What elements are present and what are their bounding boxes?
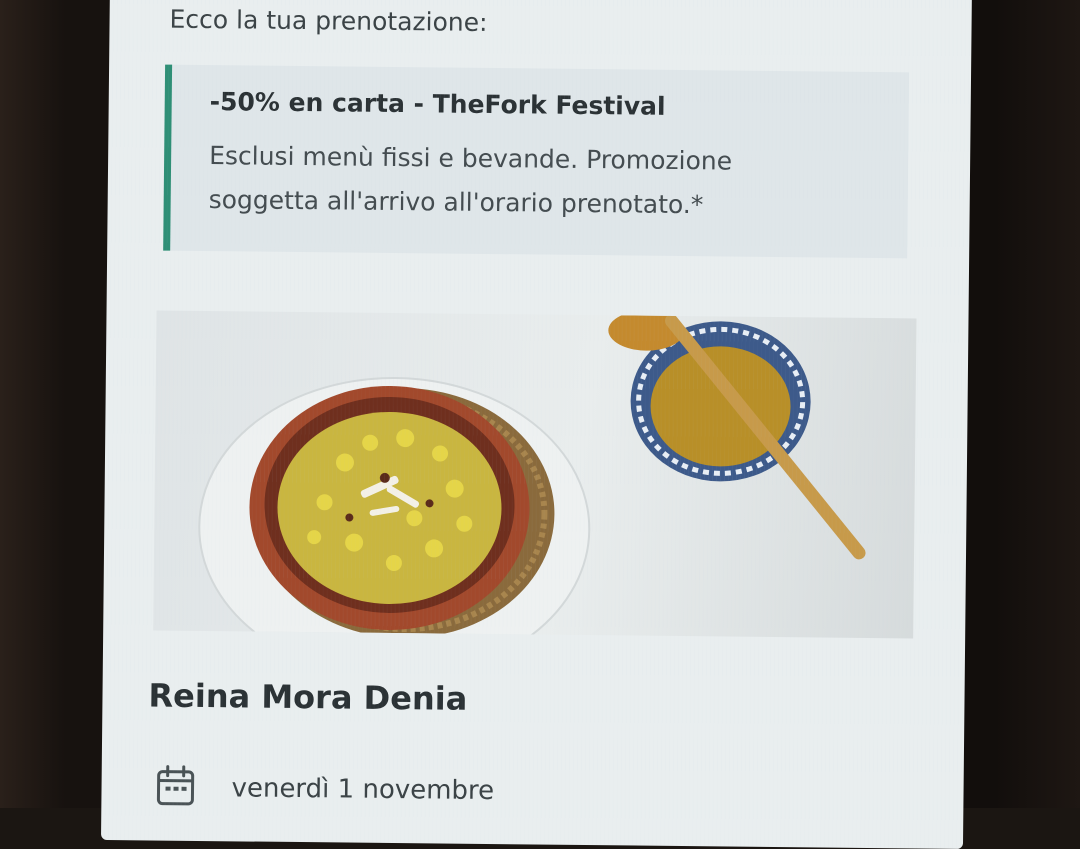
booking-date: venerdì 1 novembre [231, 773, 494, 806]
restaurant-photo[interactable] [153, 311, 916, 639]
booking-screen: Ecco la tua prenotazione: -50% en carta … [101, 0, 972, 849]
booking-intro: Ecco la tua prenotazione: [169, 5, 487, 37]
calendar-icon [155, 765, 195, 811]
food-photo-illustration [153, 311, 916, 639]
restaurant-name: Reina Mora Denia [148, 676, 467, 717]
promo-card: -50% en carta - TheFork Festival Esclusi… [163, 65, 909, 259]
promo-title: -50% en carta - TheFork Festival [210, 87, 909, 123]
booking-date-row: venerdì 1 novembre [155, 765, 494, 815]
promo-description: Esclusi menù fissi e bevande. Promozione… [208, 134, 849, 229]
